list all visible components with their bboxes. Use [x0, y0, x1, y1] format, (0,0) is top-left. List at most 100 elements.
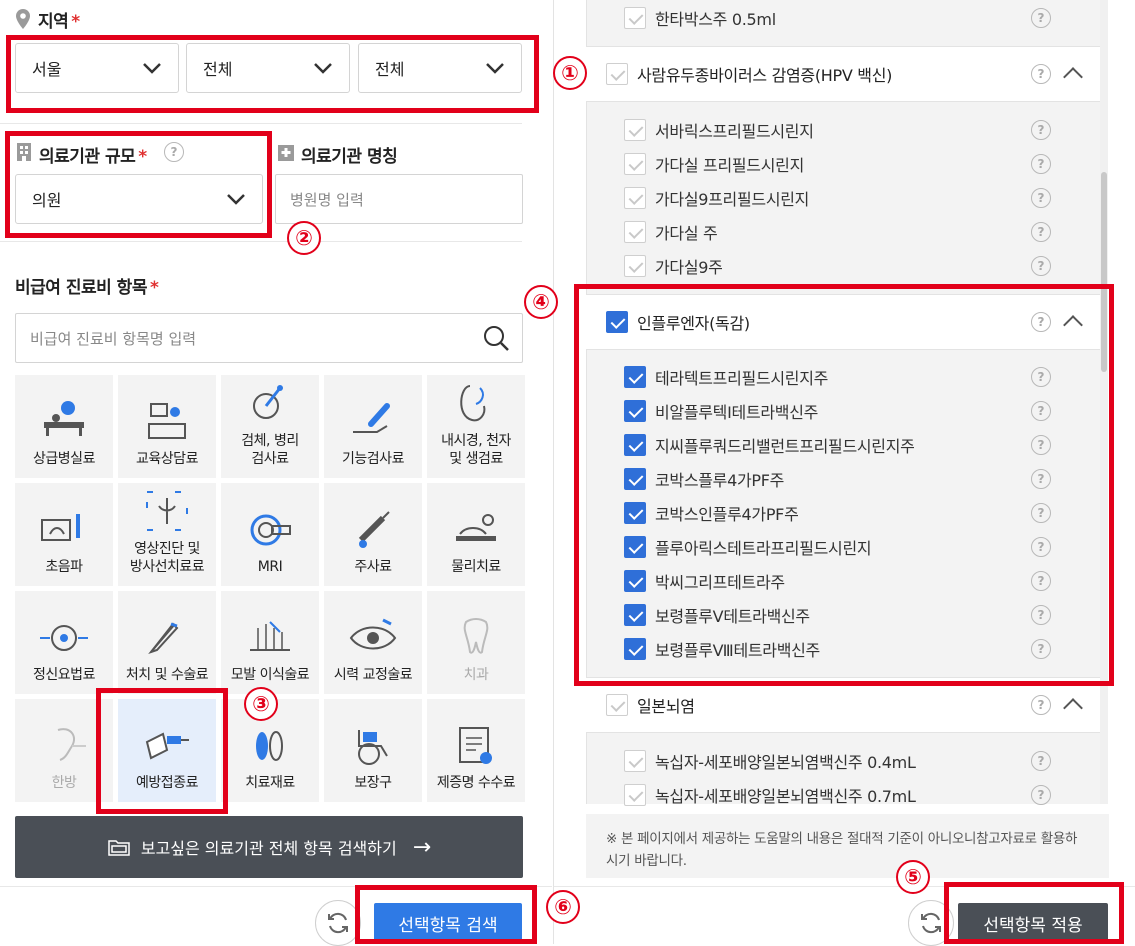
pathology-test-icon — [253, 385, 283, 419]
endoscope-icon — [460, 385, 486, 422]
category-tile[interactable]: 내시경, 천자 및 생검료 — [427, 375, 525, 478]
hospital-icon — [278, 145, 294, 161]
checkbox[interactable] — [624, 784, 646, 806]
category-tile[interactable]: 정신요법료 — [15, 591, 113, 694]
scalpel-icon — [148, 622, 179, 655]
category-tile-label: 주사료 — [354, 559, 392, 575]
category-tile[interactable]: 보장구 — [324, 699, 422, 802]
category-tile-label: 교육상담료 — [136, 451, 198, 467]
divider — [0, 123, 522, 124]
help-icon[interactable]: ? — [1031, 785, 1051, 805]
category-tile[interactable]: 제증명 수수료 — [427, 699, 525, 802]
annotation-box-vaccine-tile — [96, 688, 228, 814]
vaccine-item-label: 서바릭스프리필드시린지 — [655, 122, 814, 141]
folder-icon — [108, 840, 130, 856]
help-icon[interactable]: ? — [1031, 8, 1051, 28]
location-pin-icon — [16, 9, 30, 29]
help-icon[interactable]: ? — [1031, 256, 1051, 276]
checkbox[interactable] — [624, 153, 646, 175]
category-tile-label: 처치 및 수술료 — [125, 667, 209, 683]
mri-icon — [250, 514, 291, 546]
help-icon[interactable]: ? — [1031, 695, 1051, 715]
category-tile[interactable]: 검체, 병리 검사료 — [221, 375, 319, 478]
vaccine-group-label: 일본뇌염 — [637, 697, 695, 716]
category-tile[interactable]: 처치 및 수술료 — [118, 591, 216, 694]
checkbox[interactable] — [606, 63, 628, 85]
category-tile-label: 초음파 — [45, 559, 83, 575]
category-tile[interactable]: 상급병실료 — [15, 375, 113, 478]
vaccine-item-row[interactable]: 한타박스주 0.5ml — [624, 1, 1054, 35]
checkbox[interactable] — [624, 221, 646, 243]
category-tile-label: 기능검사료 — [342, 451, 404, 467]
category-tile-label: 물리치료 — [451, 559, 501, 575]
region-title: 지역 * — [38, 12, 80, 32]
marker-3: ③ — [244, 687, 278, 721]
vaccine-item-label: 녹십자-세포배양일본뇌염백신주 0.7mL — [655, 787, 916, 806]
category-tile[interactable]: MRI — [221, 483, 319, 586]
category-tile[interactable]: 시력 교정술료 — [324, 591, 422, 694]
help-icon[interactable]: ? — [1031, 751, 1051, 771]
brain-icon — [40, 625, 88, 651]
physical-therapy-icon — [456, 514, 496, 541]
lens-material-icon — [256, 731, 283, 761]
marker-5: ⑤ — [896, 860, 930, 894]
checkbox[interactable] — [624, 119, 646, 141]
checkbox[interactable] — [624, 7, 646, 29]
nonpay-search-input[interactable]: 비급여 진료비 항목명 입력 — [15, 313, 523, 363]
search-icon[interactable] — [482, 324, 510, 352]
wheelchair-icon — [358, 730, 388, 765]
vaccine-item-label: 가다실 주 — [655, 224, 718, 243]
category-tile[interactable]: 초음파 — [15, 483, 113, 586]
eye-icon — [349, 618, 397, 650]
category-tile-label: 치과 — [463, 667, 489, 683]
search-all-items-button[interactable]: 보고싶은 의료기관 전체 항목 검색하기 → — [15, 816, 523, 878]
vaccine-item-row[interactable]: 녹십자-세포배양일본뇌염백신주 0.7mL — [624, 778, 1054, 812]
marker-6: ⑥ — [546, 890, 580, 924]
category-tile-label: 검체, 병리 검사료 — [241, 433, 299, 467]
category-tile[interactable]: 교육상담료 — [118, 375, 216, 478]
vaccine-item-row[interactable]: 가다실 주 — [624, 215, 1054, 249]
category-tile-label: 한방 — [51, 775, 77, 791]
vaccine-item-row[interactable]: 서바릭스프리필드시린지 — [624, 113, 1054, 147]
marker-2: ② — [287, 221, 321, 255]
annotation-box-facility-scale — [5, 131, 272, 238]
help-icon[interactable]: ? — [1031, 222, 1051, 242]
vaccine-item-row[interactable]: 가다실9프리필드시린지 — [624, 181, 1054, 215]
checkbox[interactable] — [624, 750, 646, 772]
vaccine-item-label: 가다실 프리필드시린지 — [655, 156, 804, 175]
vaccine-item-row[interactable]: 가다실9주 — [624, 249, 1054, 283]
vaccine-item-row[interactable]: 녹십자-세포배양일본뇌염백신주 0.4mL — [624, 744, 1054, 778]
category-tile-label: 보장구 — [354, 775, 392, 791]
checkbox[interactable] — [624, 255, 646, 277]
category-tile[interactable]: 물리치료 — [427, 483, 525, 586]
ultrasound-icon — [41, 514, 80, 541]
category-tile[interactable]: 모발 이식술료 — [221, 591, 319, 694]
category-tile-label: MRI — [257, 559, 283, 575]
help-icon[interactable]: ? — [1031, 64, 1051, 84]
vaccine-item-row[interactable]: 가다실 프리필드시린지 — [624, 147, 1054, 181]
checkbox[interactable] — [624, 187, 646, 209]
category-tile[interactable]: 기능검사료 — [324, 375, 422, 478]
marker-4: ④ — [524, 285, 558, 319]
refresh-icon — [921, 912, 941, 934]
counseling-desk-icon — [148, 403, 186, 439]
syringe-icon — [358, 511, 390, 548]
facility-name-input[interactable]: 병원명 입력 — [275, 174, 523, 224]
help-icon[interactable]: ? — [1031, 188, 1051, 208]
help-icon[interactable]: ? — [1031, 154, 1051, 174]
help-icon[interactable]: ? — [1031, 120, 1051, 140]
hair-transplant-icon — [250, 621, 290, 651]
vaccine-group-label: 사람유두종바이러스 감염증(HPV 백신) — [637, 66, 893, 85]
hospital-bed-icon — [44, 401, 84, 436]
checkbox[interactable] — [606, 694, 628, 716]
category-tile[interactable]: 주사료 — [324, 483, 422, 586]
vaccine-group-header[interactable]: 사람유두종바이러스 감염증(HPV 백신) — [586, 46, 1101, 102]
category-tile[interactable]: 치과 — [427, 591, 525, 694]
certificate-icon — [459, 727, 492, 764]
category-tile-label: 영상진단 및 방사선치료료 — [129, 541, 205, 575]
vaccine-item-label: 가다실9프리필드시린지 — [655, 190, 810, 209]
category-tile[interactable]: 영상진단 및 방사선치료료 — [118, 483, 216, 586]
vaccine-item-label: 한타박스주 0.5ml — [655, 10, 776, 29]
divider — [0, 241, 522, 242]
vaccine-item-label: 녹십자-세포배양일본뇌염백신주 0.4mL — [655, 753, 916, 772]
